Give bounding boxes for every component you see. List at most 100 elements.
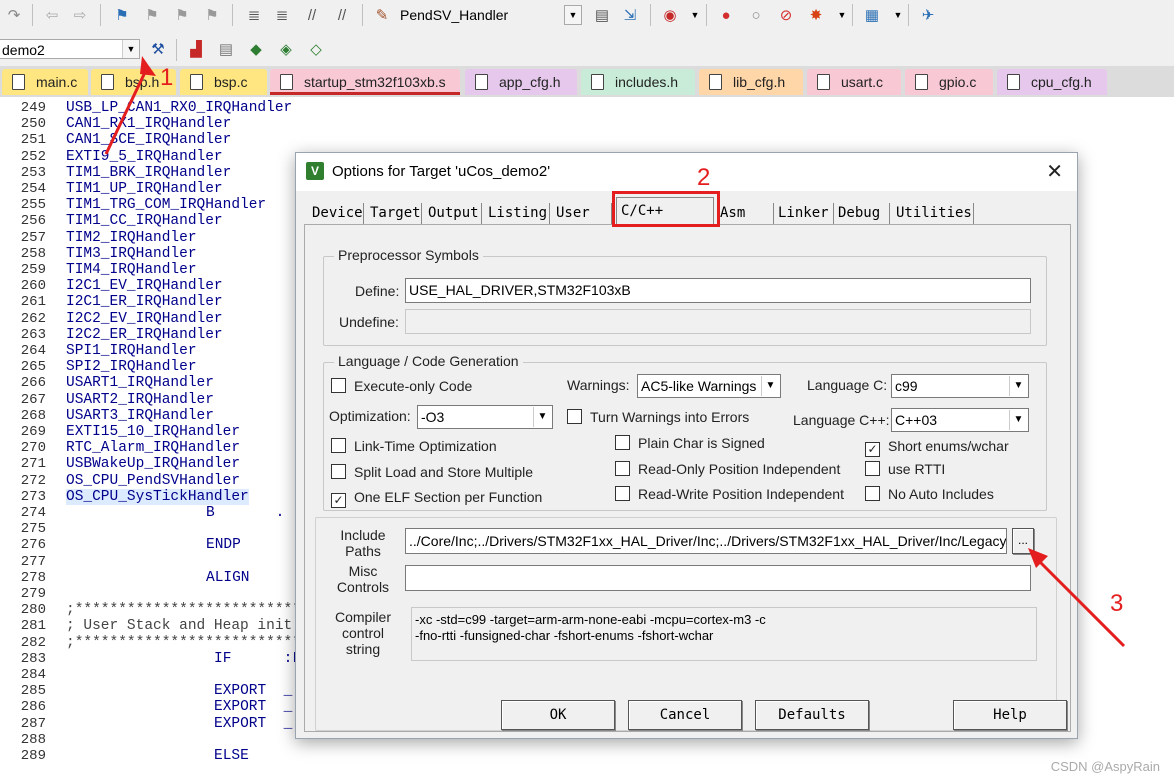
include-paths-input[interactable]: ../Core/Inc;../Drivers/STM32F1xx_HAL_Dri… <box>405 528 1007 554</box>
close-icon[interactable]: ✕ <box>1046 159 1063 184</box>
breakpoint-kill-icon[interactable]: ✸ <box>804 3 828 27</box>
one-elf-checkbox[interactable]: ✓ One ELF Section per Function <box>331 489 542 508</box>
find-in-files-icon[interactable]: ✎ <box>370 3 394 27</box>
include-paths-browse-button[interactable]: ... <box>1012 528 1034 554</box>
manage-project-icon[interactable]: ▤ <box>214 37 238 61</box>
file-tab-startup-active[interactable]: startup_stm32f103xb.s <box>270 69 460 95</box>
undefine-input[interactable] <box>405 309 1031 334</box>
search-icon[interactable]: ⇲ <box>618 3 642 27</box>
language-c-select[interactable]: c99 ▼ <box>891 374 1029 398</box>
window-layout-icon[interactable]: ▦ <box>860 3 884 27</box>
file-tab-includes-h[interactable]: includes.h <box>581 69 695 95</box>
tab-user[interactable]: User <box>552 203 612 225</box>
tab-panel-c-cpp: Preprocessor Symbols Define: USE_HAL_DRI… <box>304 224 1071 732</box>
annotation-number-3: 3 <box>1110 590 1124 617</box>
breakpoint-clear-icon[interactable]: ⊘ <box>774 3 798 27</box>
plain-char-checkbox[interactable]: Plain Char is Signed <box>615 435 765 451</box>
bookmark-next-icon[interactable]: ⚑ <box>170 3 194 27</box>
file-tab-lib-cfg-h[interactable]: lib_cfg.h <box>699 69 803 95</box>
line-number: 256 <box>20 213 46 230</box>
chevron-down-icon[interactable]: ▼ <box>761 376 779 396</box>
define-input[interactable]: USE_HAL_DRIVER,STM32F103xB <box>405 278 1031 303</box>
code-line: CAN1_RX1_IRQHandler <box>66 116 232 133</box>
indent-icon[interactable]: ≣ <box>242 3 266 27</box>
tab-device[interactable]: Device <box>308 203 364 225</box>
bookmark-prev-icon[interactable]: ⚑ <box>140 3 164 27</box>
file-tab-label: app_cfg.h <box>499 74 561 90</box>
chevron-down-icon[interactable]: ▼ <box>1009 410 1027 430</box>
select-packs-icon[interactable]: ◆ <box>244 37 268 61</box>
find-icon[interactable]: ▤ <box>590 3 614 27</box>
uncomment-icon[interactable]: // <box>330 3 354 27</box>
tab-listing[interactable]: Listing <box>484 203 550 225</box>
short-enums-checkbox[interactable]: ✓ Short enums/wchar <box>865 438 1009 457</box>
line-number: 286 <box>20 699 46 716</box>
rtti-checkbox[interactable]: use RTTI <box>865 461 945 477</box>
warnings-select[interactable]: AC5-like Warnings ▼ <box>637 374 781 398</box>
annotation-highlight-box <box>612 191 720 227</box>
line-number: 280 <box>20 602 46 619</box>
file-tab-cpu-cfg-h[interactable]: cpu_cfg.h <box>997 69 1107 95</box>
unindent-icon[interactable]: ≣ <box>270 3 294 27</box>
file-tab-main-c[interactable]: main.c <box>2 69 88 95</box>
options-for-target-icon[interactable]: ⚒ <box>146 37 170 61</box>
no-auto-includes-checkbox[interactable]: No Auto Includes <box>865 486 994 502</box>
code-line: SPI2_IRQHandler <box>66 359 197 376</box>
breakpoint-icon[interactable]: ● <box>714 3 738 27</box>
help-button[interactable]: Help <box>953 700 1067 730</box>
tab-output[interactable]: Output <box>424 203 482 225</box>
tab-debug[interactable]: Debug <box>834 203 890 225</box>
configure-icon[interactable]: ✈ <box>916 3 940 27</box>
checkbox-label: One ELF Section per Function <box>354 489 543 505</box>
split-load-checkbox[interactable]: Split Load and Store Multiple <box>331 464 533 480</box>
nav-back-icon[interactable]: ⇦ <box>40 3 64 27</box>
tab-utilities[interactable]: Utilities <box>892 203 974 225</box>
language-cpp-select[interactable]: C++03 ▼ <box>891 408 1029 432</box>
checkbox-label: Short enums/wchar <box>888 438 1009 454</box>
bookmark-icon[interactable]: ⚑ <box>110 3 134 27</box>
optimization-select[interactable]: -O3 ▼ <box>417 405 553 429</box>
file-extensions-icon[interactable]: ▟ <box>184 37 208 61</box>
chevron-down-icon[interactable]: ▼ <box>683 3 707 27</box>
toolbar-separator <box>852 4 853 26</box>
lto-checkbox[interactable]: Link-Time Optimization <box>331 438 497 454</box>
redo-icon[interactable]: ↷ <box>2 3 26 27</box>
function-combo[interactable]: PendSV_Handler ▼ <box>398 5 582 25</box>
file-tab-label: main.c <box>36 74 78 90</box>
manage-rte-icon[interactable]: ◈ <box>274 37 298 61</box>
breakpoint-disable-icon[interactable]: ○ <box>744 3 768 27</box>
target-combo[interactable]: demo2 ▼ <box>0 39 140 59</box>
tab-target[interactable]: Target <box>366 203 422 225</box>
toolbar-separator <box>100 4 101 26</box>
pack-installer-icon[interactable]: ◇ <box>304 37 328 61</box>
bookmark-clear-icon[interactable]: ⚑ <box>200 3 224 27</box>
debug-session-icon[interactable]: ◉ <box>658 3 682 27</box>
chevron-down-icon[interactable]: ▼ <box>886 3 910 27</box>
cancel-button[interactable]: Cancel <box>628 700 742 730</box>
execute-only-checkbox[interactable]: Execute-only Code <box>331 378 472 394</box>
misc-controls-input[interactable] <box>405 565 1031 591</box>
file-tab-gpio-c[interactable]: gpio.c <box>905 69 993 95</box>
turn-warnings-checkbox[interactable]: Turn Warnings into Errors <box>567 409 749 425</box>
chevron-down-icon[interactable]: ▼ <box>533 407 551 427</box>
checkbox-label: Turn Warnings into Errors <box>590 409 750 425</box>
file-tab-bsp-c[interactable]: bsp.c <box>180 69 267 95</box>
chevron-down-icon[interactable]: ▼ <box>830 3 854 27</box>
line-number: 266 <box>20 375 46 392</box>
chevron-down-icon[interactable]: ▼ <box>564 5 582 25</box>
code-line: I2C1_EV_IRQHandler <box>66 278 223 295</box>
defaults-button[interactable]: Defaults <box>755 700 869 730</box>
tab-asm[interactable]: Asm <box>716 203 774 225</box>
nav-forward-icon[interactable]: ⇨ <box>68 3 92 27</box>
ropi-checkbox[interactable]: Read-Only Position Independent <box>615 461 840 477</box>
chevron-down-icon[interactable]: ▼ <box>122 40 139 58</box>
rwpi-checkbox[interactable]: Read-Write Position Independent <box>615 486 844 502</box>
code-line: ;************************** <box>66 602 301 619</box>
line-number: 268 <box>20 407 46 424</box>
tab-linker[interactable]: Linker <box>774 203 834 225</box>
file-tab-app-cfg-h[interactable]: app_cfg.h <box>465 69 577 95</box>
chevron-down-icon[interactable]: ▼ <box>1009 376 1027 396</box>
comment-icon[interactable]: // <box>300 3 324 27</box>
file-tab-usart-c[interactable]: usart.c <box>807 69 901 95</box>
ok-button[interactable]: OK <box>501 700 615 730</box>
